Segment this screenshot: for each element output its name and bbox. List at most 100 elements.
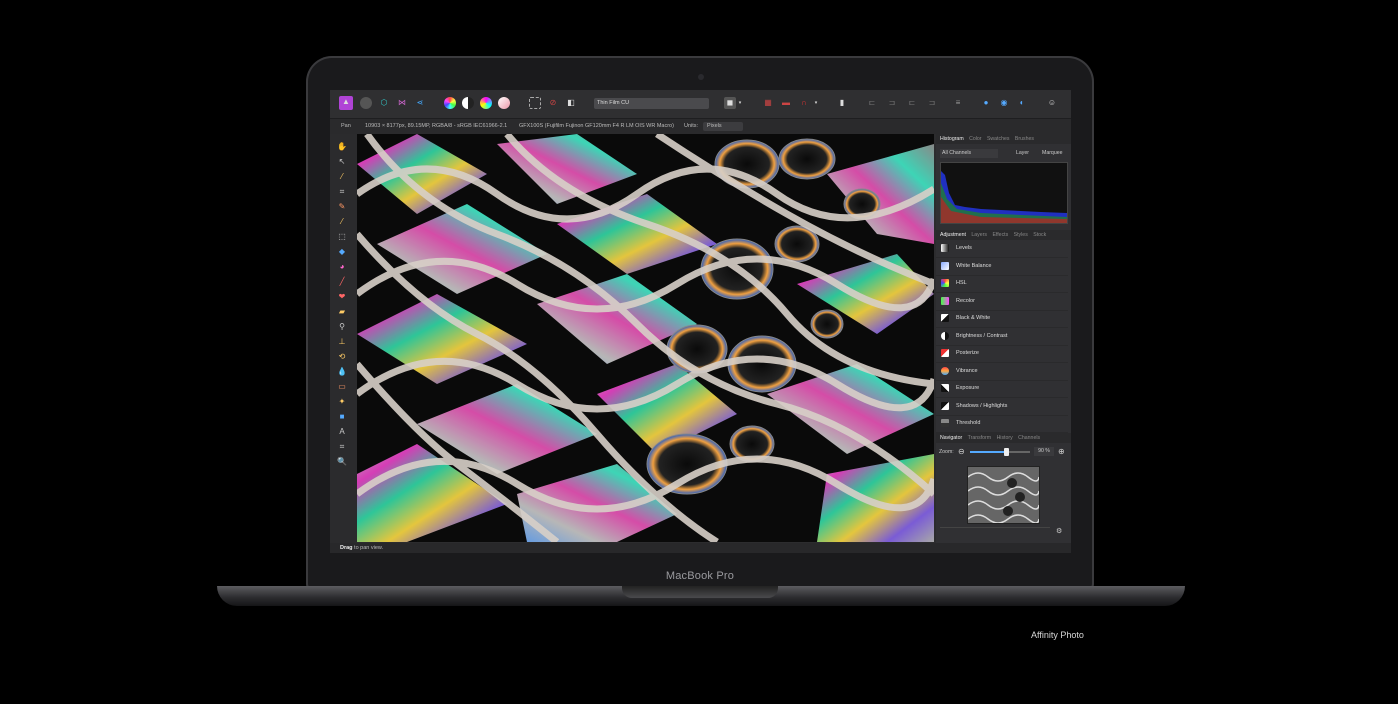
adjustment-vibrance[interactable]: Vibrance [936,363,1068,381]
preferences-icon[interactable]: ◐ [1016,97,1028,109]
user-account-icon[interactable]: ☺ [1046,97,1058,109]
tab-color[interactable]: Color [969,136,981,142]
tab-channels[interactable]: Channels [1018,435,1040,441]
align-center-icon[interactable]: ⊐ [886,97,898,109]
red-eye-tool-icon[interactable]: ✦ [337,397,347,407]
navigator-options-select[interactable] [940,527,1050,537]
tab-navigator[interactable]: Navigator [940,435,962,441]
marquee-icon[interactable] [529,97,541,109]
hand-tool-icon[interactable]: ✋ [337,142,347,152]
gear-icon[interactable]: ⚙ [1056,528,1062,536]
product-caption: Affinity Photo [1031,630,1084,640]
tab-layers[interactable]: Layers [971,232,987,238]
tab-swatches[interactable]: Swatches [987,136,1010,142]
tab-transform[interactable]: Transform [968,435,991,441]
zoom-in-icon[interactable]: ⊕ [1058,447,1065,457]
adjustment-recolor[interactable]: Recolor [936,293,1068,311]
text-tool-icon[interactable]: A [337,427,347,437]
healing-tool-icon[interactable]: ▭ [337,382,347,392]
color-wheel-icon[interactable] [444,97,456,109]
color-replacement-tool-icon[interactable]: ❤ [337,292,347,302]
gradient-tool-icon[interactable]: ◕ [337,262,347,272]
mesh-warp-tool-icon[interactable]: ⌗ [337,442,347,452]
blur-tool-icon[interactable]: 💧 [337,367,347,377]
tab-styles[interactable]: Styles [1014,232,1028,238]
tab-effects[interactable]: Effects [992,232,1008,238]
photo-canvas[interactable] [357,134,934,542]
document-name-field[interactable]: Thin Film CU [594,98,709,109]
move-tool-icon[interactable]: ↖ [337,157,347,167]
liquify-persona-icon[interactable]: ⬡ [378,97,390,109]
status-drag-word: Drag [340,545,353,551]
erase-tool-icon[interactable]: ▰ [337,307,347,317]
tab-brushes[interactable]: Brushes [1015,136,1034,142]
flood-select-tool-icon[interactable]: ⁄ [337,217,347,227]
zoom-value[interactable]: 90 % [1034,447,1054,456]
tab-histogram[interactable]: Histogram [940,136,964,142]
adjustment-exposure[interactable]: Exposure [936,380,1068,398]
share-icon[interactable]: ⋖ [414,97,426,109]
develop-persona-icon[interactable]: ⋈ [396,97,408,109]
marquee-option[interactable]: Marquee [1042,148,1062,158]
zoom-out-icon[interactable]: ⊖ [958,447,965,457]
units-label: Units: [684,123,699,129]
status-hint: to pan view. [352,545,384,551]
white-balance-tool-icon[interactable] [498,97,510,109]
adjustment-black-white[interactable]: Black & White [936,310,1068,328]
layer-option[interactable]: Layer [1016,148,1029,158]
assistant-icon[interactable]: ● [980,97,992,109]
context-toolbar: Pan 10903 × 8177px, 89.15MP, RGBA/8 - sR… [330,119,1071,134]
camera-icon [698,74,704,80]
snap-ruler-icon[interactable]: ▬ [780,97,792,109]
marquee-tool-icon[interactable]: ⬚ [337,232,347,242]
dodge-tool-icon[interactable]: ⚲ [337,322,347,332]
adjustment-levels[interactable]: Levels [936,240,1068,258]
adjustment-hsl[interactable]: HSL [936,275,1068,293]
screen: ▲ ⬡ ⋈ ⋖ ⊘ ◧ Thin Film CU ◼ ▾ ▦ ▬ ∩ ▾ ▮ ⊏… [330,90,1071,553]
selection-brush-tool-icon[interactable]: ✎ [337,202,347,212]
color-picker-tool-icon[interactable]: ⁄ [337,172,347,182]
align-left-icon[interactable]: ⊏ [866,97,878,109]
fill-tool-icon[interactable]: ◆ [337,247,347,257]
chevron-down-icon[interactable]: ▾ [737,97,743,109]
units-select[interactable]: Pixels [703,122,743,131]
invert-selection-icon[interactable]: ◧ [565,97,577,109]
adjustment-white-balance[interactable]: White Balance [936,258,1068,276]
arrange-icon[interactable]: ≡ [952,97,964,109]
tab-adjustment[interactable]: Adjustment [940,232,966,238]
brush-preview-icon[interactable]: ▮ [836,97,848,109]
tool-name: Pan [341,123,351,129]
channel-select[interactable]: All Channels [940,149,998,158]
photo-persona-icon[interactable] [360,97,372,109]
quick-mask-icon[interactable]: ◼ [724,97,736,109]
app-logo-icon[interactable]: ▲ [339,96,353,110]
distribute-icon[interactable]: ⊐ [926,97,938,109]
adjustment-posterize[interactable]: Posterize [936,345,1068,363]
paint-brush-tool-icon[interactable]: ╱ [337,277,347,287]
histogram-tabs: Histogram Color Swatches Brushes [936,134,1071,144]
adjustment-shadows-highlights[interactable]: Shadows / Highlights [936,398,1068,416]
thin-film-photo [357,134,934,542]
deselect-icon[interactable]: ⊘ [547,97,559,109]
zoom-tool-icon[interactable]: 🔍 [337,457,347,467]
contrast-icon[interactable] [462,97,474,109]
magnet-icon[interactable]: ∩ [798,97,810,109]
clone-tool-icon[interactable]: ⊥ [337,337,347,347]
align-right-icon[interactable]: ⊏ [906,97,918,109]
chevron-down-icon[interactable]: ▾ [813,97,819,109]
shape-tool-icon[interactable]: ■ [337,412,347,422]
zoom-slider-knob[interactable] [1004,448,1009,456]
adjustment-brightness-contrast[interactable]: Brightness / Contrast [936,328,1068,346]
tab-stock[interactable]: Stock [1033,232,1046,238]
adjustment-threshold[interactable]: Threshold [936,415,1068,433]
tab-history[interactable]: History [997,435,1013,441]
undo-brush-tool-icon[interactable]: ⟲ [337,352,347,362]
grid-snap-icon[interactable]: ▦ [762,97,774,109]
crop-tool-icon[interactable]: ⌗ [337,187,347,197]
navigator-thumbnail[interactable] [967,466,1040,524]
channels-icon[interactable] [480,97,492,109]
exposure-icon [941,384,949,392]
zoom-slider[interactable] [970,448,1030,456]
recolor-icon [941,296,949,305]
studio-icon[interactable]: ◉ [998,97,1010,109]
